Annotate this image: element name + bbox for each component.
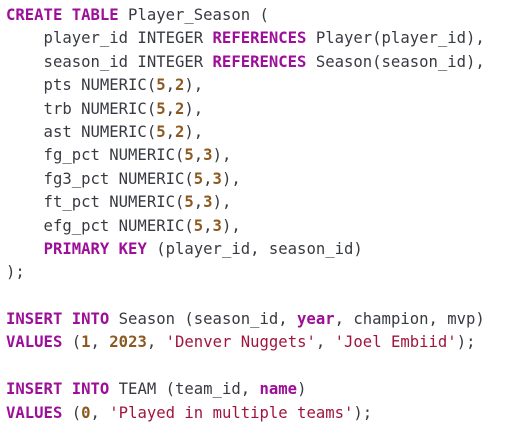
code-token: ); (353, 403, 373, 422)
number-token: 5 (156, 99, 166, 118)
code-token: ); (456, 333, 476, 352)
code-line: CREATE TABLE Player_Season ( (6, 4, 532, 27)
keyword-token: VALUES (6, 333, 63, 352)
keyword-token: REFERENCES (212, 29, 307, 48)
code-token: TEAM (team_id, (109, 380, 260, 399)
code-line: ft_pct NUMERIC(5,3), (6, 191, 532, 214)
number-token: 5 (184, 146, 194, 165)
code-line: trb NUMERIC(5,2), (6, 98, 532, 121)
code-token: ), (212, 193, 232, 212)
number-token: 1 (81, 333, 91, 352)
code-token: pts NUMERIC( (6, 76, 157, 95)
code-token: , (203, 216, 213, 235)
code-token: ( (62, 333, 82, 352)
code-line: fg_pct NUMERIC(5,3), (6, 144, 532, 167)
code-line: INSERT INTO TEAM (team_id, name) (6, 378, 532, 401)
number-token: 5 (184, 193, 194, 212)
keyword-token: INSERT INTO (6, 310, 110, 329)
keyword-token: REFERENCES (212, 52, 307, 71)
code-token: ), (184, 76, 204, 95)
code-line: VALUES (0, 'Played in multiple teams'); (6, 402, 532, 425)
keyword-token: INSERT INTO (6, 380, 110, 399)
code-token: , (165, 76, 175, 95)
number-token: 2 (175, 76, 185, 95)
code-token: , (90, 333, 110, 352)
code-token: Season(season_id), (306, 52, 485, 71)
code-token: trb NUMERIC( (6, 99, 157, 118)
code-token: ) (297, 380, 307, 399)
code-token: , (203, 169, 213, 188)
code-line: season_id INTEGER REFERENCES Season(seas… (6, 51, 532, 74)
number-token: 3 (212, 169, 222, 188)
code-token: ( (62, 403, 82, 422)
code-token: Player(player_id), (306, 29, 485, 48)
code-editor[interactable]: CREATE TABLE Player_Season ( player_id I… (0, 0, 532, 429)
code-line: pts NUMERIC(5,2), (6, 74, 532, 97)
code-token: , (90, 403, 110, 422)
code-token: ), (184, 122, 204, 141)
code-token: , (146, 333, 166, 352)
number-token: 3 (203, 146, 213, 165)
code-line: fg3_pct NUMERIC(5,3), (6, 168, 532, 191)
string-token: 'Denver Nuggets' (165, 333, 316, 352)
code-token: , (165, 99, 175, 118)
number-token: 3 (212, 216, 222, 235)
number-token: 3 (203, 193, 213, 212)
code-token: ), (184, 99, 204, 118)
keyword-token: VALUES (6, 403, 63, 422)
code-token: Season (season_id, (109, 310, 298, 329)
code-token: , champion, mvp) (334, 310, 485, 329)
code-token: ft_pct NUMERIC( (6, 193, 185, 212)
code-token: (player_id, season_id) (146, 239, 363, 258)
code-token: fg_pct NUMERIC( (6, 146, 185, 165)
number-token: 5 (193, 216, 204, 235)
code-token: ), (221, 216, 241, 235)
code-token: fg3_pct NUMERIC( (6, 169, 194, 188)
number-token: 2023 (109, 333, 147, 352)
code-line: INSERT INTO Season (season_id, year, cha… (6, 308, 532, 331)
code-line: VALUES (1, 2023, 'Denver Nuggets', 'Joel… (6, 331, 532, 354)
string-token: 'Played in multiple teams' (109, 403, 354, 422)
code-line: ast NUMERIC(5,2), (6, 121, 532, 144)
code-line: efg_pct NUMERIC(5,3), (6, 215, 532, 238)
keyword-token: PRIMARY KEY (43, 239, 147, 258)
code-token: Player_Season ( (118, 6, 269, 24)
code-token: , (165, 122, 175, 141)
code-token: player_id INTEGER (6, 29, 213, 48)
code-token: ast NUMERIC( (6, 122, 157, 141)
number-token: 0 (81, 403, 91, 422)
keyword-token: name (259, 380, 298, 399)
keyword-token: CREATE TABLE (6, 6, 119, 24)
code-token: , (315, 333, 335, 352)
number-token: 5 (156, 76, 166, 95)
code-token: efg_pct NUMERIC( (6, 216, 194, 235)
string-token: 'Joel Embiid' (334, 333, 457, 352)
code-token: , (193, 193, 204, 212)
number-token: 2 (175, 122, 185, 141)
code-line: player_id INTEGER REFERENCES Player(play… (6, 27, 532, 50)
code-token: , (193, 146, 204, 165)
keyword-token: year (297, 310, 335, 329)
code-line: PRIMARY KEY (player_id, season_id) (6, 238, 532, 261)
number-token: 2 (175, 99, 185, 118)
number-token: 5 (156, 122, 166, 141)
code-token: ), (212, 146, 232, 165)
code-line: ); (6, 261, 532, 284)
number-token: 5 (193, 169, 204, 188)
code-token: ), (221, 169, 241, 188)
code-token: season_id INTEGER (6, 52, 213, 71)
code-token: ); (6, 263, 25, 282)
